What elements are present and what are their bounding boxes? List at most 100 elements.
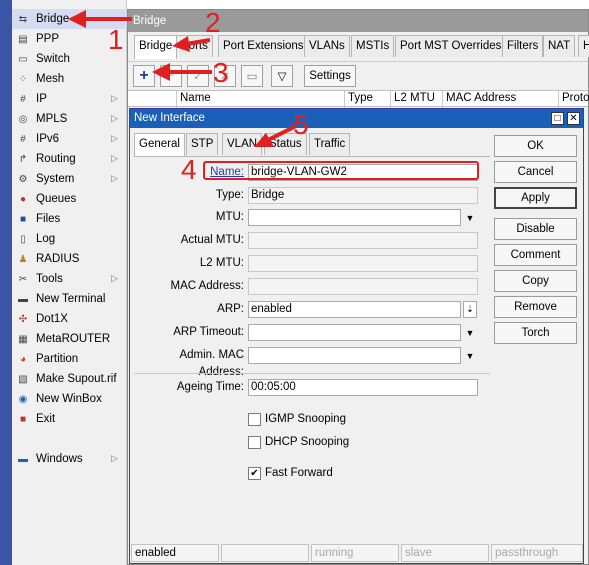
partition-icon: ◕ bbox=[19, 353, 27, 365]
arp-label: ARP: bbox=[217, 303, 244, 315]
column-mac-address[interactable]: MAC Address bbox=[442, 91, 558, 108]
actual-mtu-field bbox=[248, 232, 478, 249]
menu-item-tools[interactable]: ✂ Tools ▷ bbox=[12, 269, 127, 289]
ageing-time-field[interactable]: 00:05:00 bbox=[248, 379, 478, 396]
mtu-field[interactable] bbox=[248, 209, 461, 226]
bridge-window-title: Bridge bbox=[128, 10, 588, 32]
mtu-dropdown-icon[interactable]: ▼ bbox=[463, 209, 477, 226]
general-tab-panel: Name: bridge-VLAN-GW2 Type: Bridge MTU: … bbox=[134, 156, 490, 546]
apply-button[interactable]: Apply bbox=[494, 187, 577, 209]
menu-item-mesh[interactable]: ⁘ Mesh bbox=[12, 69, 127, 89]
filter-icon: ▽ bbox=[277, 71, 287, 83]
actual-mtu-label: Actual MTU: bbox=[180, 234, 244, 246]
main-menu: ⇆ Bridge ▤ PPP ▭ Switch ⁘ Mesh # IP ▷ ◎ MPLS ▷ #… bbox=[12, 0, 127, 565]
menu-item-mpls[interactable]: ◎ MPLS ▷ bbox=[12, 109, 127, 129]
arp-dropdown-icon[interactable]: ⇣ bbox=[463, 301, 477, 318]
status-running: running bbox=[311, 544, 399, 562]
menu-item-metarouter[interactable]: ▦ MetaROUTER bbox=[12, 329, 127, 349]
l2mtu-field bbox=[248, 255, 478, 272]
tab-stp[interactable]: STP bbox=[186, 133, 219, 155]
fast-forward-checkbox[interactable]: ✔ bbox=[248, 467, 261, 480]
add-button[interactable]: + bbox=[133, 65, 155, 87]
queues-icon: ● bbox=[19, 193, 27, 205]
step-number-1: 1 bbox=[108, 24, 124, 55]
log-icon: ▯ bbox=[20, 233, 26, 245]
files-icon: ■ bbox=[19, 213, 27, 225]
l2mtu-label: L2 MTU: bbox=[199, 257, 244, 269]
igmp-snooping-checkbox[interactable] bbox=[248, 413, 261, 426]
menu-item-files[interactable]: ■ Files bbox=[12, 209, 127, 229]
menu-item-make-supout[interactable]: ▧ Make Supout.rif bbox=[12, 369, 127, 389]
ok-button[interactable]: OK bbox=[494, 135, 577, 157]
menu-item-partition[interactable]: ◕ Partition bbox=[12, 349, 127, 369]
comment-button[interactable]: ▭ bbox=[241, 65, 263, 87]
enable-button[interactable]: ✓ bbox=[187, 65, 209, 87]
settings-button[interactable]: Settings bbox=[304, 65, 356, 87]
tools-icon: ✂ bbox=[18, 273, 28, 285]
step-number-2: 2 bbox=[205, 7, 221, 38]
dhcp-snooping-checkbox[interactable] bbox=[248, 436, 261, 449]
menu-item-ipv6[interactable]: # IPv6 ▷ bbox=[12, 129, 127, 149]
menu-item-system[interactable]: ⚙ System ▷ bbox=[12, 169, 127, 189]
status-passthrough: passthrough bbox=[491, 544, 583, 562]
tab-general[interactable]: General bbox=[134, 133, 185, 157]
arp-timeout-dropdown-icon[interactable]: ▼ bbox=[463, 324, 477, 341]
tab-ports[interactable]: Ports bbox=[176, 35, 213, 57]
remove-button[interactable]: Remove bbox=[494, 296, 577, 318]
menu-item-dot1x[interactable]: ✣ Dot1X bbox=[12, 309, 127, 329]
switch-icon: ▭ bbox=[18, 53, 28, 65]
dialog-title: New Interface bbox=[134, 112, 205, 124]
column-l2mtu[interactable]: L2 MTU bbox=[390, 91, 442, 108]
menu-item-windows[interactable]: ▬ Windows ▷ bbox=[12, 449, 127, 469]
admin-mac-field[interactable] bbox=[248, 347, 461, 364]
close-icon[interactable]: ✕ bbox=[567, 112, 580, 125]
menu-item-log[interactable]: ▯ Log bbox=[12, 229, 127, 249]
menu-item-ip[interactable]: # IP ▷ bbox=[12, 89, 127, 109]
routing-icon: ↱ bbox=[18, 153, 28, 165]
tab-mstis[interactable]: MSTIs bbox=[351, 35, 395, 57]
name-highlight-box bbox=[203, 161, 479, 180]
tab-vlans[interactable]: VLANs bbox=[304, 35, 350, 57]
column-protocol[interactable]: Protoco bbox=[558, 91, 589, 108]
tab-port-mst-overrides[interactable]: Port MST Overrides bbox=[395, 35, 507, 57]
comment-icon: ▭ bbox=[246, 71, 258, 83]
mtu-label: MTU: bbox=[215, 211, 244, 223]
tab-nat[interactable]: NAT bbox=[543, 35, 576, 57]
tab-hosts[interactable]: H bbox=[578, 35, 589, 57]
remove-button[interactable]: − bbox=[160, 65, 182, 87]
tab-traffic[interactable]: Traffic bbox=[309, 133, 351, 155]
filter-button[interactable]: ▽ bbox=[271, 65, 293, 87]
tab-bridge[interactable]: Bridge bbox=[134, 35, 178, 59]
menu-item-queues[interactable]: ● Queues bbox=[12, 189, 127, 209]
column-flags[interactable] bbox=[128, 91, 176, 108]
step-number-4: 4 bbox=[181, 154, 197, 185]
copy-button[interactable]: Copy bbox=[494, 270, 577, 292]
status-slave: slave bbox=[401, 544, 489, 562]
mesh-icon: ⁘ bbox=[18, 73, 28, 85]
column-type[interactable]: Type bbox=[344, 91, 390, 108]
torch-button[interactable]: Torch bbox=[494, 322, 577, 344]
dialog-status-bar: enabled running slave passthrough bbox=[130, 542, 583, 564]
menu-item-exit[interactable]: ■ Exit bbox=[12, 409, 127, 429]
tab-vlan[interactable]: VLAN bbox=[222, 133, 263, 155]
terminal-icon: ▬ bbox=[18, 293, 28, 305]
exit-icon: ■ bbox=[19, 413, 27, 425]
comment-button[interactable]: Comment bbox=[494, 244, 577, 266]
menu-item-routing[interactable]: ↱ Routing ▷ bbox=[12, 149, 127, 169]
arp-timeout-field[interactable] bbox=[248, 324, 461, 341]
tab-filters[interactable]: Filters bbox=[502, 35, 544, 57]
menu-item-new-winbox[interactable]: ◉ New WinBox bbox=[12, 389, 127, 409]
column-name[interactable]: Name bbox=[176, 91, 344, 108]
menu-item-new-terminal[interactable]: ▬ New Terminal bbox=[12, 289, 127, 309]
cancel-button[interactable]: Cancel bbox=[494, 161, 577, 183]
ageing-time-label: Ageing Time: bbox=[176, 381, 244, 393]
menu-item-radius[interactable]: ♟ RADIUS bbox=[12, 249, 127, 269]
submenu-arrow-icon: ▷ bbox=[111, 153, 118, 163]
tab-port-extensions[interactable]: Port Extensions bbox=[218, 35, 309, 57]
mac-address-field bbox=[248, 278, 478, 295]
admin-mac-dropdown-icon[interactable]: ▼ bbox=[463, 347, 477, 364]
disable-button[interactable]: Disable bbox=[494, 218, 577, 240]
maximize-icon[interactable]: □ bbox=[551, 112, 564, 125]
arp-select[interactable]: enabled bbox=[248, 301, 461, 318]
step-number-3: 3 bbox=[213, 57, 229, 88]
